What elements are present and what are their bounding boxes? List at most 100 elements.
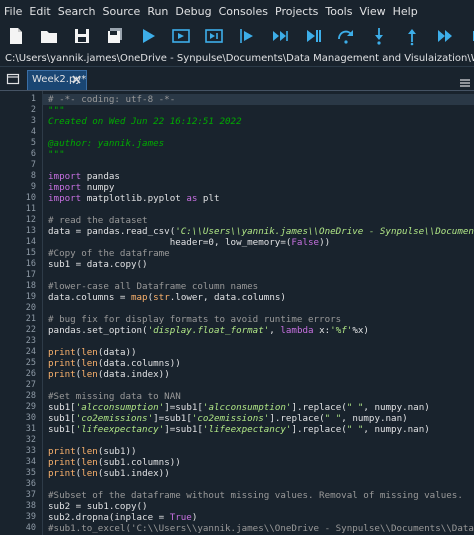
stop-debug-icon[interactable]	[468, 26, 474, 46]
run-cell-advance-icon[interactable]	[204, 26, 224, 46]
code-token: @author: yannik.james	[48, 138, 165, 149]
code-token: 'co2emissions'	[75, 413, 154, 424]
code-token: (sub1.columns))	[97, 457, 181, 468]
code-line[interactable]: #Set missing data to NAN	[48, 391, 181, 402]
code-line[interactable]: import matplotlib.pyplot as plt	[48, 193, 220, 204]
code-token: " "	[324, 413, 342, 424]
code-line[interactable]: sub1['alcconsumption']=sub1['alcconsumpt…	[48, 402, 430, 413]
code-line[interactable]: sub2 = sub1.copy()	[48, 501, 148, 512]
code-line[interactable]: header=0, low_memory=(False))	[48, 237, 330, 248]
menu-tools[interactable]: Tools	[321, 5, 355, 18]
code-line[interactable]: import numpy	[48, 182, 114, 193]
code-token: #Set missing data to NAN	[48, 391, 181, 402]
line-number: 21	[25, 314, 36, 324]
code-token: print	[48, 446, 76, 457]
code-line[interactable]: data = pandas.read_csv('C:\\Users\\yanni…	[48, 226, 474, 237]
new-file-icon[interactable]	[6, 26, 26, 46]
menu-projects[interactable]: Projects	[271, 5, 321, 18]
options-menu-icon[interactable]	[460, 73, 470, 87]
code-token: False	[291, 237, 320, 248]
code-line[interactable]: #lower-case all Dataframe column names	[48, 281, 258, 292]
line-number: 39	[25, 512, 36, 522]
main-toolbar	[0, 22, 474, 50]
code-line[interactable]: print(len(data.columns))	[48, 358, 181, 369]
code-token: '%f'	[330, 325, 353, 336]
code-token: #lower-case all Dataframe column names	[48, 281, 259, 292]
code-token: len	[81, 369, 98, 380]
close-tab-icon[interactable]	[71, 74, 82, 85]
code-token: ].replace(	[291, 402, 347, 413]
code-line[interactable]: # -*- coding: utf-8 -*-	[48, 94, 175, 105]
save-all-icon[interactable]	[105, 26, 125, 46]
continue-icon[interactable]	[435, 26, 455, 46]
run-selection-icon[interactable]	[237, 26, 257, 46]
code-token: sub2 = sub1.copy()	[48, 501, 148, 512]
code-token: 'alcconsumption'	[75, 402, 165, 413]
code-token: data.columns =	[48, 292, 131, 303]
code-token: matplotlib.pyplot	[81, 193, 187, 204]
menu-edit[interactable]: Edit	[25, 5, 53, 18]
code-line[interactable]: pandas.set_option('display.float_format'…	[48, 325, 369, 336]
code-line[interactable]: #Copy of the dataframe	[48, 248, 170, 259]
re-run-icon[interactable]	[270, 26, 290, 46]
code-token: import	[48, 182, 82, 193]
menu-file[interactable]: File	[0, 5, 25, 18]
tab-week2[interactable]: Week2.py*	[27, 70, 87, 90]
code-line[interactable]: """	[48, 105, 65, 116]
menu-run[interactable]: Run	[143, 5, 171, 18]
line-number: 38	[25, 501, 36, 511]
step-return-icon[interactable]	[402, 26, 422, 46]
line-number: 24	[25, 347, 36, 357]
menu-search[interactable]: Search	[54, 5, 99, 18]
code-line[interactable]: #sub1.to_excel('C:\\Users\\yannik.james\…	[48, 523, 474, 534]
code-line[interactable]: #Subset of the dataframe without missing…	[48, 490, 463, 501]
code-line[interactable]: import pandas	[48, 171, 120, 182]
open-file-icon[interactable]	[39, 26, 59, 46]
line-number: 28	[25, 391, 36, 401]
line-number: 20	[25, 303, 36, 313]
run-icon[interactable]	[138, 26, 158, 46]
code-line[interactable]: print(len(sub1.columns))	[48, 457, 181, 468]
code-line[interactable]: Created on Wed Jun 22 16:12:51 2022	[48, 116, 242, 127]
save-file-icon[interactable]	[72, 26, 92, 46]
code-token: print	[48, 369, 76, 380]
code-token: data = pandas.read_csv(	[48, 226, 176, 237]
code-line[interactable]: print(len(sub1.index))	[48, 468, 170, 479]
code-token: """	[48, 149, 65, 160]
code-token: , numpy.nan)	[341, 413, 408, 424]
code-line[interactable]: print(len(data))	[48, 347, 137, 358]
line-number: 32	[25, 435, 36, 445]
step-icon[interactable]	[336, 26, 356, 46]
menu-source[interactable]: Source	[99, 5, 144, 18]
menu-consoles[interactable]: Consoles	[215, 5, 271, 18]
code-token: len	[81, 347, 98, 358]
menu-debug[interactable]: Debug	[171, 5, 214, 18]
code-line[interactable]: sub2.dropna(inplace = True)	[48, 512, 197, 523]
browse-tabs-icon[interactable]	[6, 71, 20, 85]
line-number: 12	[25, 215, 36, 225]
code-line[interactable]: """	[48, 149, 65, 160]
code-line[interactable]: @author: yannik.james	[48, 138, 164, 149]
code-line[interactable]: print(len(sub1))	[48, 446, 137, 457]
menu-help[interactable]: Help	[389, 5, 421, 18]
line-number: 29	[25, 402, 36, 412]
code-line[interactable]: sub1 = data.copy()	[48, 259, 148, 270]
step-into-icon[interactable]	[369, 26, 389, 46]
code-line[interactable]: # bug fix for display formats to avoid r…	[48, 314, 341, 325]
code-token: x:	[313, 325, 331, 336]
code-token: """	[48, 105, 65, 116]
code-token: sub1[	[48, 402, 76, 413]
menu-view[interactable]: View	[355, 5, 388, 18]
code-token: import	[48, 171, 82, 182]
code-line[interactable]: print(len(data.index))	[48, 369, 170, 380]
code-token: Created on Wed Jun 22 16:12:51 2022	[48, 116, 242, 127]
code-token: " "	[346, 402, 364, 413]
code-line[interactable]: sub1['lifeexpectancy']=sub1['lifeexpecta…	[48, 424, 430, 435]
code-line[interactable]: sub1['co2emissions']=sub1['co2emissions'…	[48, 413, 408, 424]
code-line[interactable]: data.columns = map(str.lower, data.colum…	[48, 292, 286, 303]
code-line[interactable]: # read the dataset	[48, 215, 148, 226]
run-cell-icon[interactable]	[171, 26, 191, 46]
code-editor[interactable]: 1 2 3 4 5 6 7 8 9 10 11 12 13 14 15 16 17 18 19 20 21 22 23 24 2…	[0, 91, 474, 535]
debug-icon[interactable]	[303, 26, 323, 46]
line-number: 8	[30, 171, 36, 181]
